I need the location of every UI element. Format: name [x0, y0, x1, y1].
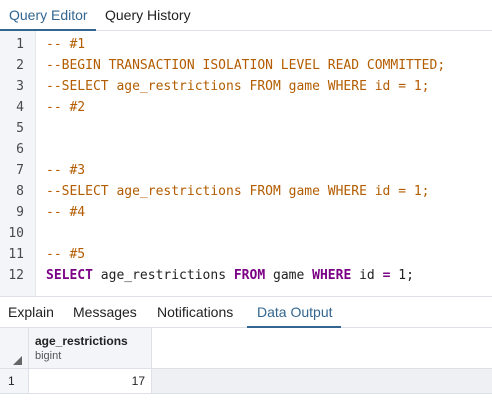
code-text: -- #2	[46, 97, 85, 118]
sql-token: 1;	[390, 268, 414, 283]
line-number: 6	[16, 142, 24, 157]
code-text: --SELECT age_restrictions FROM game WHER…	[46, 76, 430, 97]
code-line[interactable]: 8 --SELECT age_restrictions FROM game WHE…	[0, 181, 492, 202]
line-number: 12	[8, 268, 24, 283]
sql-keyword: WHERE	[312, 268, 352, 283]
code-line[interactable]: 7 -- #3	[0, 160, 492, 181]
tab-messages[interactable]: Messages	[73, 297, 145, 328]
sql-comment: -- #5	[46, 247, 86, 262]
line-number: 8	[16, 184, 24, 199]
row-number[interactable]: 1	[0, 369, 29, 394]
data-output-grid: age_restrictions bigint 1 17	[0, 328, 492, 403]
sql-comment: --SELECT age_restrictions FROM game WHER…	[46, 79, 430, 94]
line-number: 9	[16, 205, 24, 220]
code-line[interactable]: 9 -- #4	[0, 202, 492, 223]
column-name: age_restrictions	[35, 334, 128, 348]
code-line[interactable]: 5	[0, 118, 492, 139]
line-number: 2	[16, 58, 24, 73]
column-header-age-restrictions[interactable]: age_restrictions bigint	[29, 328, 152, 369]
code-text: -- #4	[46, 202, 85, 223]
line-number: 11	[8, 247, 24, 262]
sql-token: age_restrictions	[92, 268, 234, 283]
code-line[interactable]: 12 SELECT age_restrictions FROM game WHER…	[0, 265, 492, 286]
code-line[interactable]: 3 --SELECT age_restrictions FROM game WHE…	[0, 76, 492, 97]
sql-comment: -- #3	[46, 163, 86, 178]
code-line[interactable]: 2 --BEGIN TRANSACTION ISOLATION LEVEL REA…	[0, 55, 492, 76]
sql-keyword: FROM	[233, 268, 266, 283]
code-text: -- #3	[46, 160, 85, 181]
code-text: -- #1	[46, 34, 85, 55]
line-number: 10	[8, 226, 24, 241]
editor-tab-bar: Query Editor Query History	[0, 0, 492, 31]
code-line[interactable]: 4 -- #2	[0, 97, 492, 118]
tab-data-output[interactable]: Data Output	[247, 297, 341, 328]
code-line[interactable]: 10	[0, 223, 492, 244]
column-type: bigint	[35, 350, 62, 362]
code-text: -- #5	[46, 244, 85, 265]
line-number: 5	[16, 121, 24, 136]
sql-comment: -- #1	[46, 37, 86, 52]
line-number: 3	[16, 79, 24, 94]
grid-corner[interactable]	[0, 328, 29, 369]
sql-token: id	[351, 268, 383, 283]
table-cell[interactable]: 17	[29, 369, 152, 394]
line-number: 4	[16, 100, 24, 115]
code-line[interactable]: 11 -- #5	[0, 244, 492, 265]
code-line[interactable]: 6	[0, 139, 492, 160]
sql-comment: -- #4	[46, 205, 86, 220]
sql-editor[interactable]: 1 -- #1 2 --BEGIN TRANSACTION ISOLATION LEV…	[0, 31, 492, 296]
sql-comment: --BEGIN TRANSACTION ISOLATION LEVEL READ…	[46, 58, 446, 73]
line-number: 7	[16, 163, 24, 178]
sql-token: game	[265, 268, 313, 283]
results-tab-bar: Explain Messages Notifications Data Outp…	[0, 296, 492, 328]
tab-explain[interactable]: Explain	[8, 297, 58, 328]
tab-query-editor[interactable]: Query Editor	[0, 0, 96, 31]
sql-keyword: SELECT	[46, 268, 93, 283]
code-text: SELECT age_restrictions FROM game WHERE …	[46, 265, 414, 286]
tab-query-history[interactable]: Query History	[105, 0, 205, 31]
row-filler	[152, 369, 492, 394]
sql-comment: --SELECT age_restrictions FROM game WHER…	[46, 184, 430, 199]
code-text: --SELECT age_restrictions FROM game WHER…	[46, 181, 430, 202]
code-line[interactable]: 1 -- #1	[0, 34, 492, 55]
select-all-icon	[13, 356, 22, 365]
sql-comment: -- #2	[46, 100, 86, 115]
code-text: --BEGIN TRANSACTION ISOLATION LEVEL READ…	[46, 55, 445, 76]
tab-notifications[interactable]: Notifications	[157, 297, 239, 328]
line-number: 1	[16, 37, 24, 52]
header-filler	[152, 328, 492, 369]
grid-footer	[0, 394, 492, 403]
